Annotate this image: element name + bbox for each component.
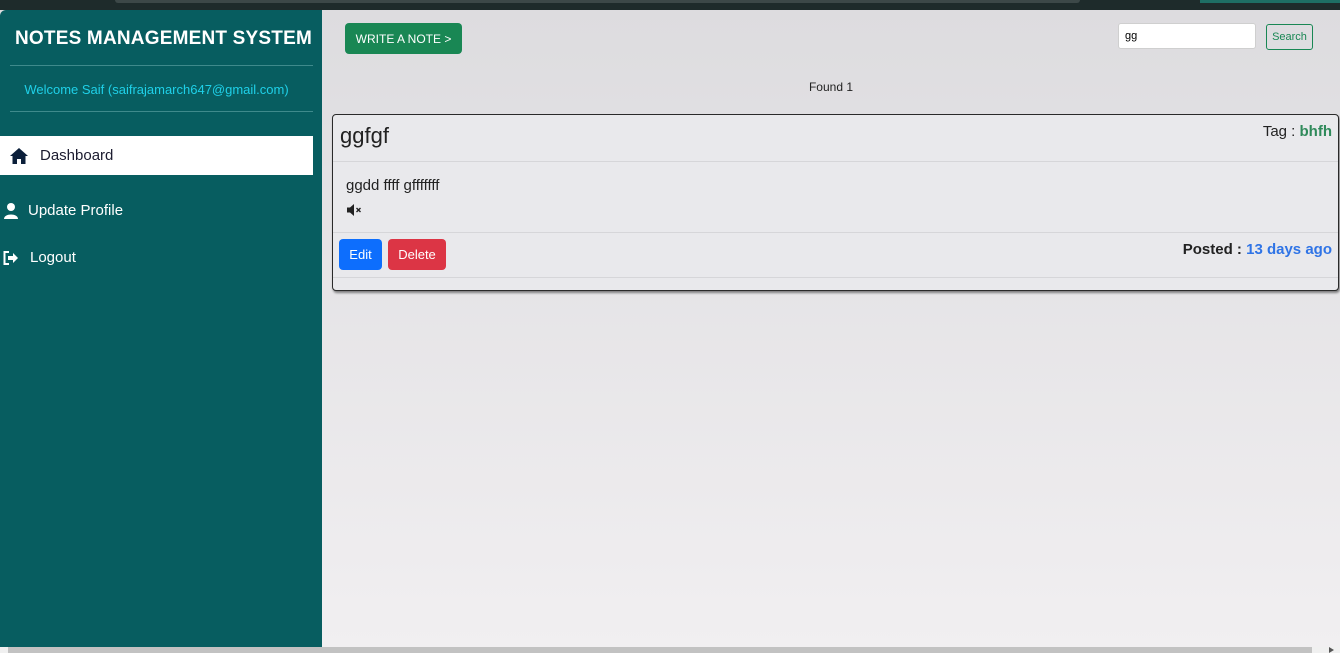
tag-label: Tag : (1262, 123, 1296, 140)
card-divider (333, 161, 1338, 162)
sidebar-divider (10, 65, 313, 66)
browser-accent-strip (1200, 0, 1340, 3)
scrollbar-thumb[interactable] (8, 647, 1312, 653)
sidebar-item-label: Update Profile (28, 202, 124, 219)
sidebar-item-dashboard[interactable]: Dashboard (0, 136, 313, 175)
sidebar-item-logout[interactable]: Logout (0, 238, 313, 277)
main-content: WRITE A NOTE > Search Found 1 ggfgf Tag … (322, 10, 1340, 647)
sidebar-item-label: Dashboard (40, 147, 114, 164)
horizontal-scrollbar[interactable] (0, 647, 1340, 653)
search-button[interactable]: Search (1266, 24, 1313, 50)
posted-value: 13 days ago (1246, 241, 1332, 258)
card-divider (333, 232, 1338, 233)
browser-tab-strip (115, 0, 1080, 3)
app-title: NOTES MANAGEMENT SYSTEM (15, 28, 313, 49)
sidebar: NOTES MANAGEMENT SYSTEM Welcome Saif (sa… (0, 10, 322, 647)
tag-value: bhfh (1299, 123, 1332, 140)
note-card: ggfgf Tag : bhfh ggdd ffff gfffffff Edit… (332, 114, 1339, 291)
card-divider (333, 277, 1338, 278)
sidebar-item-update-profile[interactable]: Update Profile (0, 191, 313, 230)
edit-button[interactable]: Edit (339, 239, 382, 270)
logout-icon (2, 249, 20, 267)
sidebar-item-label: Logout (30, 249, 76, 266)
user-icon (2, 202, 20, 220)
results-count: Found 1 (808, 80, 854, 94)
posted-info: Posted : 13 days ago (1183, 241, 1332, 258)
browser-top-strip (0, 0, 1340, 10)
mute-icon[interactable] (346, 203, 362, 217)
welcome-text: Welcome Saif (saifrajamarch647@gmail.com… (24, 82, 289, 97)
note-title: ggfgf (340, 123, 389, 148)
note-tag: Tag : bhfh (1263, 123, 1332, 140)
note-body: ggdd ffff gfffffff (346, 177, 440, 194)
search-input[interactable] (1118, 23, 1256, 49)
posted-label: Posted : (1182, 241, 1242, 258)
write-note-button[interactable]: WRITE A NOTE > (345, 23, 462, 54)
home-icon (10, 147, 28, 165)
sidebar-divider (10, 111, 313, 112)
delete-button[interactable]: Delete (388, 239, 446, 270)
scroll-right-arrow-icon[interactable] (1329, 647, 1334, 653)
